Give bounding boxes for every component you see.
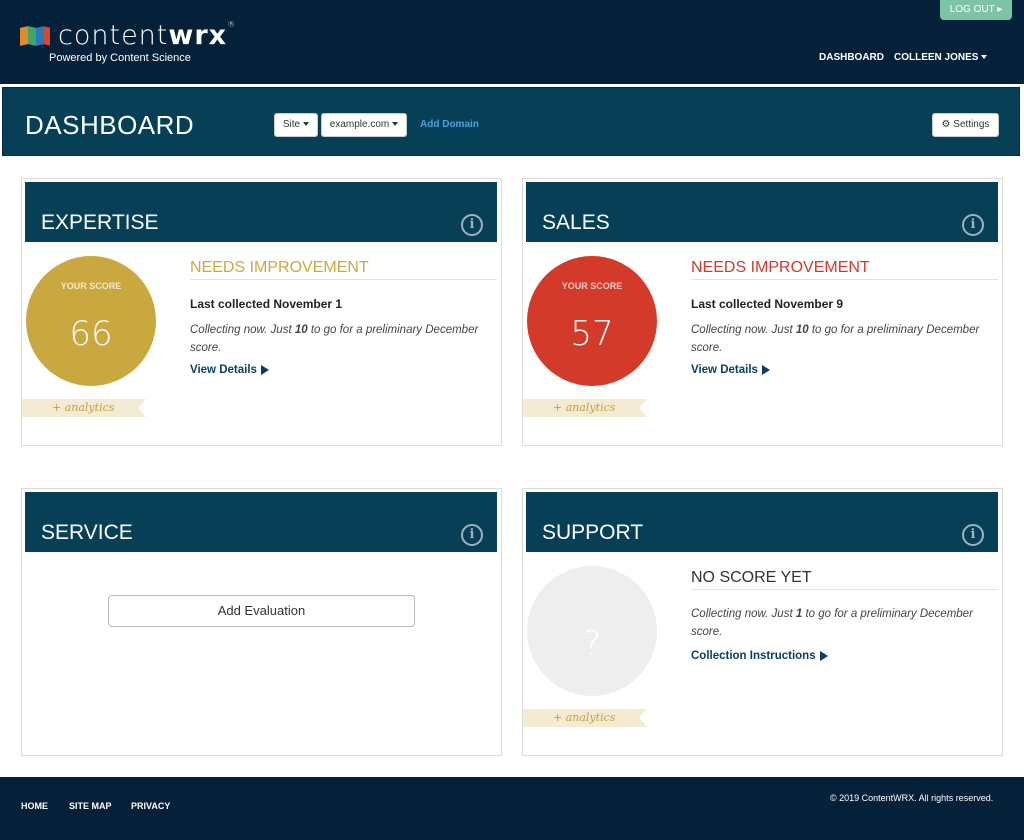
info-icon[interactable]: i [461,214,483,236]
caret-down-icon [981,55,988,60]
user-menu[interactable]: COLLEEN JONES [894,52,988,63]
caret-down-icon [303,122,310,127]
card-sales: SALES i YOUR SCORE 57 + analytics NEEDS … [522,178,1003,446]
card-title: SALES [542,211,610,234]
play-arrow-icon [260,364,269,375]
card-header: EXPERTISE i [25,182,497,242]
status-text: NO SCORE YET [691,569,998,590]
contentwrx-logo[interactable]: contentwrx® [20,20,236,51]
info-icon[interactable]: i [962,524,984,546]
top-navbar: contentwrx® Powered by Content Science L… [0,0,1024,84]
collection-description: Collecting now. Just 10 to go for a prel… [190,324,479,354]
info-icon[interactable]: i [962,214,984,236]
logout-button[interactable]: LOG OUT ▸ [940,0,1012,20]
view-details-label: View Details [190,364,257,376]
collection-description: Collecting now. Just 1 to go for a preli… [691,608,973,638]
score-label: YOUR SCORE [561,281,623,291]
score-value: 57 [570,314,614,354]
domain-select-label: example.com [329,119,390,130]
score-value: 66 [69,314,113,354]
page-title: DASHBOARD [25,110,195,140]
info-icon[interactable]: i [461,524,483,546]
add-domain-link[interactable]: Add Domain [420,119,479,130]
dashboard-header: DASHBOARD Site example.com Add Domain ⚙ … [2,87,1020,156]
card-expertise: EXPERTISE i YOUR SCORE 66 + analytics NE… [21,178,502,446]
user-name: COLLEEN JONES [894,52,979,63]
card-support: SUPPORT i ? + analytics NO SCORE YET Col… [522,488,1003,756]
caret-down-icon [392,122,399,127]
footer-home-link[interactable]: HOME [21,801,48,811]
score-label: YOUR SCORE [60,281,122,291]
last-collected: Last collected November 9 [691,297,844,311]
card-title: SERVICE [41,521,133,544]
collection-description: Collecting now. Just 10 to go for a prel… [691,324,980,354]
analytics-ribbon: + analytics [523,399,647,417]
last-collected: Last collected November 1 [190,297,343,311]
tagline: Powered by Content Science [49,52,191,64]
logo-mark-icon [20,25,50,47]
play-arrow-icon [761,364,770,375]
nav-dashboard-link[interactable]: DASHBOARD [819,52,884,63]
analytics-ribbon: + analytics [523,709,647,727]
view-details-link[interactable]: View Details [691,364,770,376]
site-select[interactable]: Site [274,113,318,137]
add-evaluation-button[interactable]: Add Evaluation [108,595,415,627]
copyright-text: © 2019 ContentWRX. All rights reserved. [830,793,994,803]
score-circle-empty: ? [527,566,657,696]
domain-select[interactable]: example.com [321,113,407,137]
card-header: SERVICE i [25,492,497,552]
card-title: SUPPORT [542,521,644,544]
play-arrow-icon [819,650,828,661]
settings-button[interactable]: ⚙ Settings [932,113,999,137]
card-header: SUPPORT i [526,492,998,552]
score-circle: YOUR SCORE 57 [527,256,657,386]
settings-label: Settings [953,119,990,130]
status-text: NEEDS IMPROVEMENT [190,259,497,280]
card-title: EXPERTISE [41,211,159,234]
site-select-label: Site [282,119,301,130]
card-service: SERVICE i Add Evaluation [21,488,502,756]
collection-instructions-label: Collection Instructions [691,650,816,662]
score-circle: YOUR SCORE 66 [26,256,156,386]
view-details-label: View Details [691,364,758,376]
score-value: ? [582,624,602,664]
footer: HOME SITE MAP PRIVACY © 2019 ContentWRX.… [0,777,1024,840]
gear-icon: ⚙ [941,119,951,130]
logo-text: contentwrx® [58,20,237,51]
status-text: NEEDS IMPROVEMENT [691,259,998,280]
view-details-link[interactable]: View Details [190,364,269,376]
card-header: SALES i [526,182,998,242]
collection-instructions-link[interactable]: Collection Instructions [691,650,828,662]
footer-sitemap-link[interactable]: SITE MAP [69,801,112,811]
footer-privacy-link[interactable]: PRIVACY [131,801,170,811]
analytics-ribbon: + analytics [22,399,146,417]
